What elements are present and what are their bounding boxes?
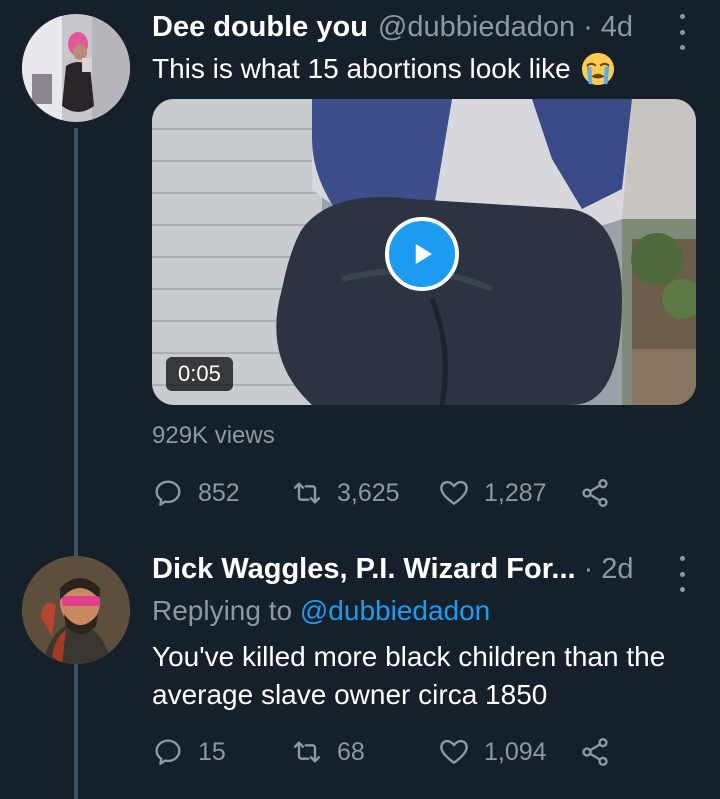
heart-icon xyxy=(440,480,468,505)
retweet-count: 68 xyxy=(337,737,365,766)
like-button[interactable]: 1,287 xyxy=(438,477,579,509)
reply-text: You've killed more black children than t… xyxy=(152,641,666,710)
like-button[interactable]: 1,094 xyxy=(438,736,579,768)
replying-to: Replying to @dubbiedadon xyxy=(152,592,490,630)
retweet-button[interactable]: 3,625 xyxy=(291,477,438,509)
share-icon xyxy=(582,479,608,507)
tweet-timestamp[interactable]: 4d xyxy=(601,10,633,44)
tweet-actions: 852 3,625 1,287 xyxy=(152,473,611,513)
loudly-crying-face-icon xyxy=(581,52,615,86)
video-player[interactable]: 0:05 xyxy=(152,99,696,405)
replying-to-label: Replying to xyxy=(152,595,293,626)
play-icon xyxy=(415,244,432,264)
reply-actions: 15 68 1,094 xyxy=(152,732,611,772)
reply-icon xyxy=(155,739,181,765)
reply-header: Dick Waggles, P.I. Wizard For... · 2d xyxy=(152,552,634,586)
retweet-icon xyxy=(293,741,321,763)
video-duration: 0:05 xyxy=(166,357,233,391)
reply-button[interactable]: 852 xyxy=(152,477,291,509)
reply-count: 852 xyxy=(198,478,240,507)
view-count: 929K views xyxy=(152,422,275,449)
heart-icon xyxy=(440,739,468,764)
like-count: 1,094 xyxy=(484,737,547,766)
avatar-image xyxy=(22,556,130,664)
share-button[interactable] xyxy=(579,736,611,768)
retweet-count: 3,625 xyxy=(337,478,400,507)
share-icon xyxy=(582,738,608,766)
more-options-icon[interactable] xyxy=(672,14,692,50)
more-options-icon[interactable] xyxy=(672,556,692,592)
replying-to-handle[interactable]: @dubbiedadon xyxy=(300,595,490,626)
user-handle[interactable]: @dubbiedadon xyxy=(378,10,575,44)
display-name[interactable]: Dee double you xyxy=(152,10,368,44)
tweet-header: Dee double you @dubbiedadon · 4d xyxy=(152,10,633,44)
reply-timestamp[interactable]: 2d xyxy=(601,552,633,586)
timeline: Dee double you @dubbiedadon · 4d This is… xyxy=(0,0,720,799)
retweet-icon xyxy=(293,482,321,504)
retweet-button[interactable]: 68 xyxy=(291,736,438,768)
reply-icon xyxy=(155,480,181,506)
header-separator: · xyxy=(583,553,594,585)
display-name[interactable]: Dick Waggles, P.I. Wizard For... xyxy=(152,552,576,586)
like-count: 1,287 xyxy=(484,478,547,507)
avatar-image xyxy=(22,14,130,122)
reply-button[interactable]: 15 xyxy=(152,736,291,768)
avatar[interactable] xyxy=(22,14,130,122)
tweet-text-content: This is what 15 abortions look like xyxy=(152,53,571,84)
avatar[interactable] xyxy=(22,556,130,664)
play-button[interactable] xyxy=(385,217,459,291)
tweet-text: This is what 15 abortions look like xyxy=(152,50,615,88)
reply-count: 15 xyxy=(198,737,226,766)
share-button[interactable] xyxy=(579,477,611,509)
header-separator: · xyxy=(583,11,593,43)
thread-line xyxy=(74,128,78,799)
